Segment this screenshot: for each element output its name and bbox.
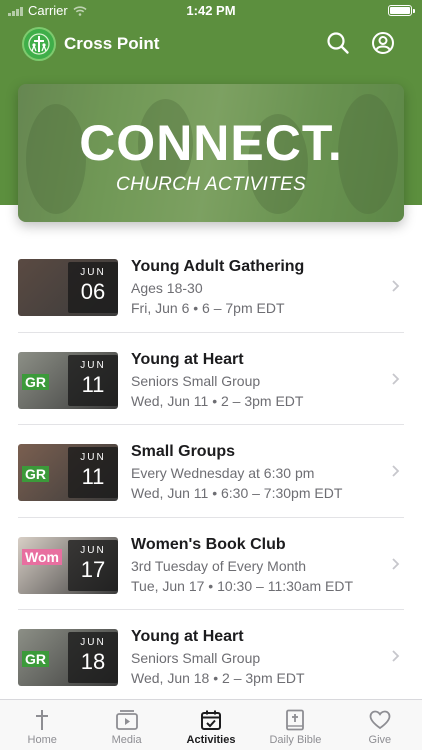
date-day: 11: [81, 371, 105, 397]
date-badge: JUN 06: [68, 262, 118, 313]
date-day: 06: [80, 279, 106, 304]
date-month: JUN: [80, 637, 106, 648]
account-icon[interactable]: [371, 31, 395, 55]
chevron-right-icon: [392, 372, 400, 385]
battery-icon: [388, 5, 415, 16]
list-item[interactable]: GR JUN 18 Young at Heart Seniors Small G…: [0, 610, 422, 703]
list-item[interactable]: GR JUN 11 Young at Heart Seniors Small G…: [0, 333, 422, 425]
groups-graphic: GR: [22, 651, 49, 667]
tab-label: Media: [111, 734, 142, 746]
tab-daily-bible[interactable]: Daily Bible: [253, 700, 337, 750]
date-month: JUN: [80, 359, 106, 371]
cross-point-logo-icon: [22, 27, 56, 61]
date-badge: JUN 11: [68, 354, 118, 406]
event-title: Young at Heart: [131, 628, 244, 645]
event-subtitle: Ages 18-30: [131, 280, 203, 296]
date-badge: JUN 11: [68, 447, 118, 498]
event-title: Women's Book Club: [131, 535, 286, 553]
date-badge: JUN 17: [68, 539, 118, 591]
groups-graphic: GR: [22, 466, 49, 482]
tab-label: Give: [368, 734, 392, 746]
date-month: JUN: [80, 452, 106, 463]
chevron-right-icon: [392, 557, 400, 570]
groups-graphic: GR: [22, 373, 49, 390]
activities-list: JUN 06 Young Adult Gathering Ages 18-30 …: [0, 240, 422, 703]
date-month: JUN: [80, 267, 106, 278]
tab-home[interactable]: Home: [0, 700, 84, 750]
book-club-graphic: Wom: [22, 548, 62, 565]
event-thumbnail: JUN 06: [18, 259, 118, 316]
date-day: 18: [80, 649, 106, 674]
cross-icon: [36, 710, 49, 730]
event-thumbnail: GR JUN 11: [18, 444, 118, 501]
status-bar: Carrier 1:42 PM: [0, 0, 422, 22]
event-time: Tue, Jun 17 • 10:30 – 11:30am EDT: [131, 577, 354, 594]
list-item[interactable]: Wom JUN 17 Women's Book Club 3rd Tuesday…: [0, 518, 422, 610]
app-title: Cross Point: [64, 34, 160, 53]
calendar-icon: [201, 710, 222, 730]
tab-bar: Home Media Activities Daily Bible Give: [0, 699, 422, 750]
event-title: Young at Heart: [131, 350, 244, 368]
bible-icon: [286, 709, 305, 731]
banner-subtitle: CHURCH ACTIVITES: [116, 174, 306, 195]
heart-icon: [369, 710, 391, 730]
media-icon: [115, 710, 138, 730]
date-day: 11: [81, 464, 105, 489]
list-item[interactable]: JUN 06 Young Adult Gathering Ages 18-30 …: [0, 240, 422, 333]
date-badge: JUN 18: [68, 632, 118, 683]
tab-media[interactable]: Media: [84, 700, 168, 750]
event-time: Wed, Jun 18 • 2 – 3pm EDT: [131, 670, 305, 686]
event-subtitle: Every Wednesday at 6:30 pm: [131, 465, 315, 481]
event-title: Young Adult Gathering: [131, 258, 305, 275]
tab-label: Home: [27, 734, 57, 746]
date-month: JUN: [80, 544, 106, 556]
event-thumbnail: Wom JUN 17: [18, 536, 118, 594]
tab-activities[interactable]: Activities: [169, 700, 253, 750]
event-subtitle: Seniors Small Group: [131, 372, 261, 389]
event-time: Fri, Jun 6 • 6 – 7pm EDT: [131, 300, 285, 316]
chevron-right-icon: [392, 280, 400, 292]
connect-banner[interactable]: CONNECT. CHURCH ACTIVITES: [18, 84, 404, 222]
event-time: Wed, Jun 11 • 2 – 3pm EDT: [131, 392, 304, 409]
banner-title: CONNECT.: [79, 115, 343, 171]
status-time: 1:42 PM: [186, 3, 236, 18]
event-thumbnail: GR JUN 11: [18, 351, 118, 409]
nav-bar: Cross Point: [0, 24, 422, 64]
chevron-right-icon: [392, 650, 400, 662]
tab-label: Activities: [186, 734, 236, 746]
event-subtitle: 3rd Tuesday of Every Month: [131, 557, 307, 574]
date-day: 17: [80, 556, 106, 582]
event-title: Small Groups: [131, 443, 236, 460]
event-time: Wed, Jun 11 • 6:30 – 7:30pm EDT: [131, 485, 343, 501]
chevron-right-icon: [392, 465, 400, 477]
event-subtitle: Seniors Small Group: [131, 650, 261, 666]
list-item[interactable]: GR JUN 11 Small Groups Every Wednesday a…: [0, 425, 422, 518]
event-thumbnail: GR JUN 18: [18, 629, 118, 686]
tab-give[interactable]: Give: [338, 700, 422, 750]
search-icon[interactable]: [326, 31, 350, 55]
tab-label: Daily Bible: [269, 734, 322, 746]
